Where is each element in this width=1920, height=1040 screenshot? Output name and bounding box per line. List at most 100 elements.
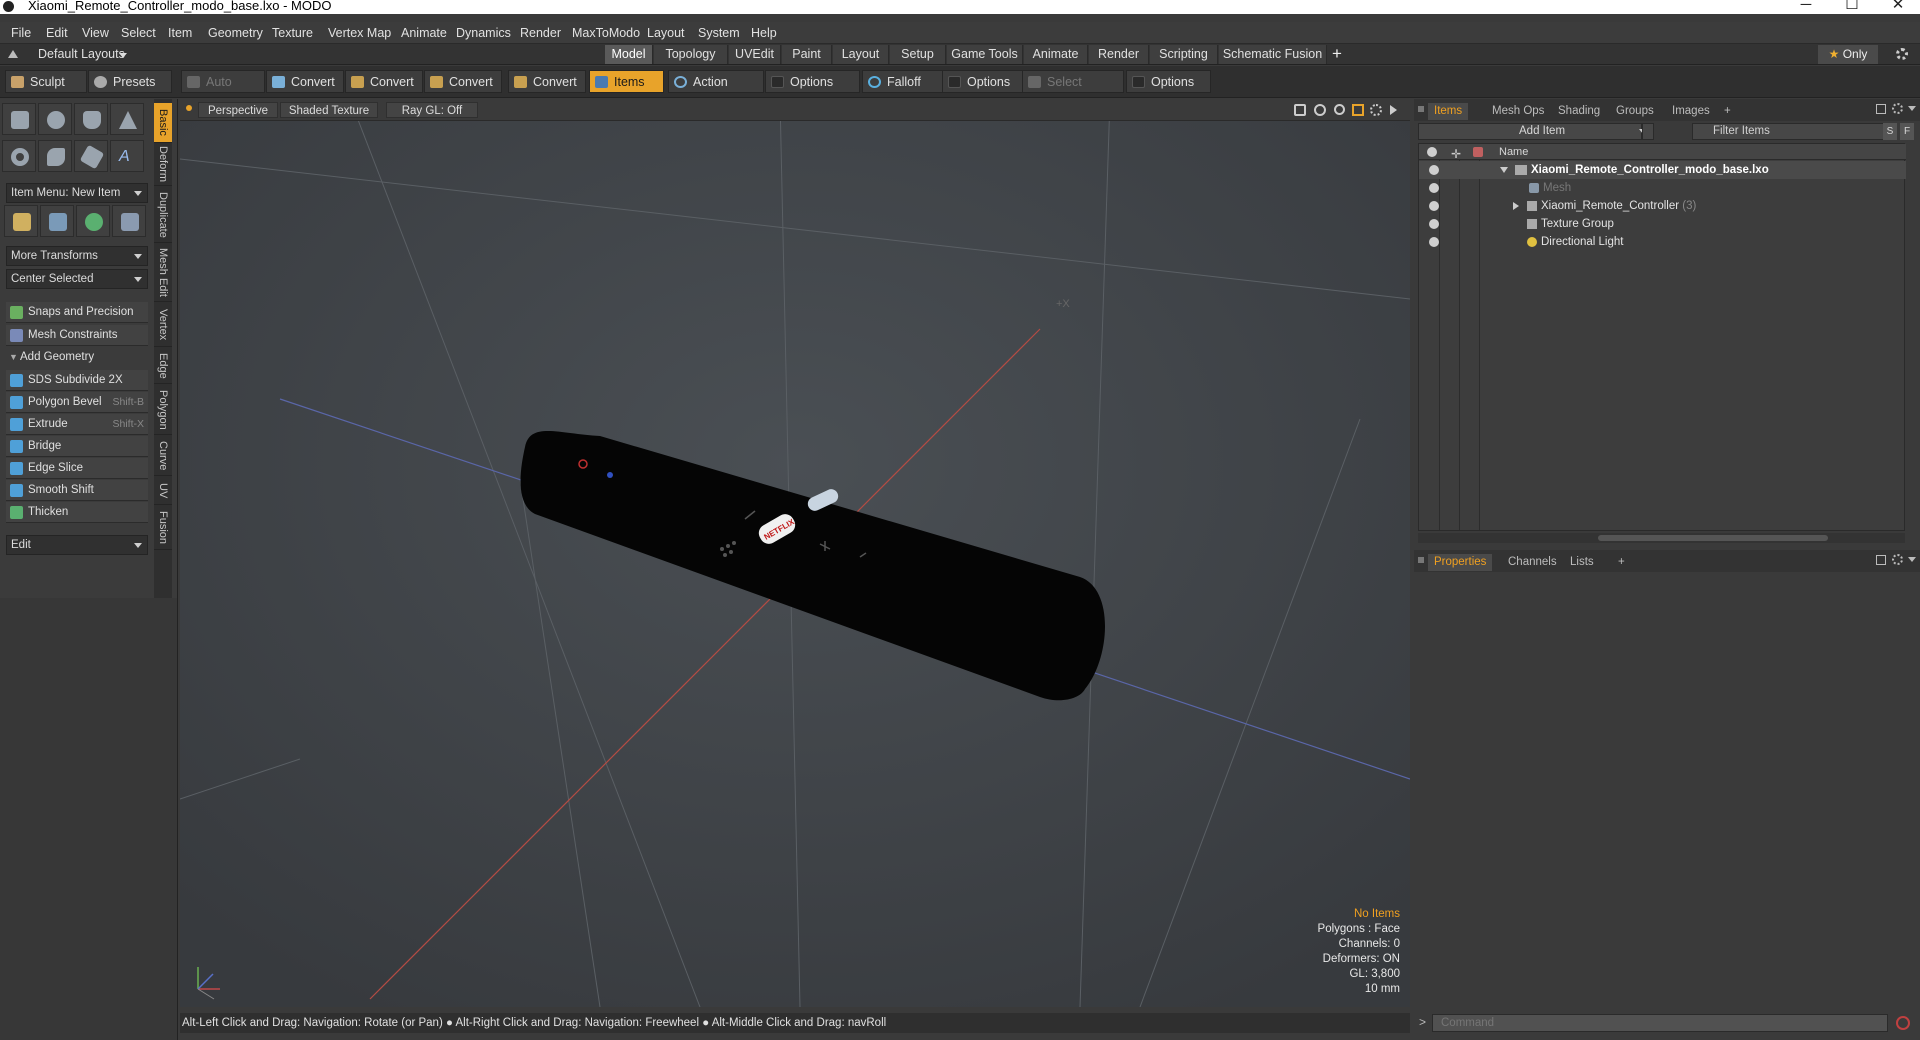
collapse-arrow-icon[interactable] bbox=[1500, 167, 1508, 173]
convert-button-2[interactable]: Convert bbox=[345, 70, 423, 93]
tab-game-tools[interactable]: Game Tools bbox=[947, 45, 1023, 64]
vtab-edge[interactable]: Edge bbox=[154, 348, 172, 384]
menu-file[interactable]: File bbox=[11, 26, 31, 40]
menu-maxtomodo[interactable]: MaxToModo bbox=[572, 26, 640, 40]
select-through-button[interactable]: Select Through bbox=[1022, 70, 1124, 112]
tab-model[interactable]: Model bbox=[605, 45, 653, 64]
cylinder-icon[interactable] bbox=[74, 103, 108, 135]
rotate-view-icon[interactable] bbox=[1314, 104, 1326, 116]
snaps-precision-button[interactable]: Snaps and Precision bbox=[6, 302, 148, 323]
tab-images[interactable]: Images bbox=[1666, 103, 1716, 120]
filter-items-input[interactable]: Filter Items bbox=[1692, 123, 1892, 140]
chevron-down-icon[interactable] bbox=[1908, 106, 1916, 111]
tab-schematic-fusion[interactable]: Schematic Fusion bbox=[1219, 45, 1327, 64]
item-menu-dropdown[interactable]: Item Menu: New Item bbox=[6, 183, 148, 203]
menu-edit[interactable]: Edit bbox=[46, 26, 68, 40]
tree-row-texture-group[interactable]: Texture Group bbox=[1419, 215, 1906, 233]
visibility-eye-icon[interactable] bbox=[1429, 165, 1439, 175]
auto-select-button[interactable]: Auto Select bbox=[181, 70, 265, 112]
menu-view[interactable]: View bbox=[82, 26, 109, 40]
perspective-button[interactable]: Perspective bbox=[198, 102, 278, 118]
add-tab-button[interactable]: + bbox=[1612, 554, 1631, 571]
text-icon[interactable]: A bbox=[110, 140, 144, 172]
vtab-duplicate[interactable]: Duplicate bbox=[154, 187, 172, 243]
vtab-polygon[interactable]: Polygon bbox=[154, 385, 172, 435]
add-item-dropdown[interactable]: Add Item bbox=[1418, 123, 1647, 140]
only-toggle[interactable]: ★ Only bbox=[1818, 45, 1878, 64]
add-item-arrow[interactable] bbox=[1642, 123, 1654, 140]
vtab-curve[interactable]: Curve bbox=[154, 436, 172, 476]
gear-icon[interactable] bbox=[1896, 48, 1908, 60]
filter-s-button[interactable]: S bbox=[1883, 123, 1897, 140]
filter-f-button[interactable]: F bbox=[1900, 123, 1914, 140]
convert-button-3[interactable]: Convert bbox=[424, 70, 502, 93]
tab-topology[interactable]: Topology bbox=[654, 45, 728, 64]
falloff-button[interactable]: Falloff bbox=[862, 70, 946, 93]
sculpt-button[interactable]: Sculpt bbox=[5, 70, 87, 93]
tab-properties[interactable]: Properties bbox=[1428, 554, 1493, 571]
name-column-header[interactable]: Name bbox=[1499, 144, 1528, 160]
maximize-button[interactable]: ☐ bbox=[1829, 0, 1875, 14]
tab-mesh-ops[interactable]: Mesh Ops bbox=[1486, 103, 1550, 120]
tab-animate[interactable]: Animate bbox=[1024, 45, 1088, 64]
menu-item[interactable]: Item bbox=[168, 26, 192, 40]
panel-menu-icon[interactable] bbox=[1418, 557, 1424, 563]
tree-row-scene[interactable]: Xiaomi_Remote_Controller_modo_base.lxo bbox=[1419, 161, 1906, 179]
tab-render[interactable]: Render bbox=[1089, 45, 1149, 64]
tab-items[interactable]: Items bbox=[1428, 103, 1469, 120]
maximize-panel-icon[interactable] bbox=[1876, 104, 1886, 114]
3d-viewport[interactable]: +X NETFLIX No Items Polygons : Face Chan bbox=[180, 99, 1410, 1007]
vtab-basic[interactable]: Basic bbox=[154, 103, 172, 143]
add-geometry-section[interactable]: ▼ Add Geometry bbox=[6, 348, 148, 367]
presets-button[interactable]: Presets F6 bbox=[88, 70, 172, 112]
close-button[interactable]: ✕ bbox=[1875, 0, 1920, 14]
options-button-2[interactable]: Options bbox=[942, 70, 1024, 93]
visibility-eye-icon[interactable] bbox=[1429, 219, 1439, 229]
perspective-grid-icon[interactable] bbox=[112, 205, 146, 237]
menu-system[interactable]: System bbox=[698, 26, 740, 40]
items-mode-button[interactable]: Items bbox=[589, 70, 664, 93]
record-icon[interactable] bbox=[1896, 1016, 1910, 1030]
gear-icon[interactable] bbox=[1892, 554, 1903, 565]
torus-icon[interactable] bbox=[2, 140, 36, 172]
vtab-vertex[interactable]: Vertex bbox=[154, 303, 172, 347]
sds-subdivide-button[interactable]: SDS Subdivide 2X bbox=[6, 370, 148, 391]
menu-select[interactable]: Select bbox=[121, 26, 156, 40]
menu-dynamics[interactable]: Dynamics bbox=[456, 26, 511, 40]
menu-help[interactable]: Help bbox=[751, 26, 777, 40]
vtab-fusion[interactable]: Fusion bbox=[154, 506, 172, 550]
tab-setup[interactable]: Setup bbox=[890, 45, 946, 64]
vtab-mesh-edit[interactable]: Mesh Edit bbox=[154, 244, 172, 302]
tab-groups[interactable]: Groups bbox=[1610, 103, 1660, 120]
grid-icon[interactable] bbox=[40, 205, 74, 237]
viewport-menu-icon[interactable] bbox=[186, 105, 192, 111]
smooth-shift-button[interactable]: Smooth Shift bbox=[6, 480, 148, 501]
layout-preset-dropdown[interactable]: Default Layouts bbox=[38, 47, 125, 61]
visibility-eye-icon[interactable] bbox=[1429, 183, 1439, 193]
convert-button-4[interactable]: Convert bbox=[508, 70, 586, 93]
extrude-button[interactable]: Extrude Shift-X bbox=[6, 414, 148, 435]
tab-scripting[interactable]: Scripting bbox=[1150, 45, 1218, 64]
visibility-eye-icon[interactable] bbox=[1429, 201, 1439, 211]
menu-render[interactable]: Render bbox=[520, 26, 561, 40]
menu-layout[interactable]: Layout bbox=[647, 26, 685, 40]
visibility-eye-icon[interactable] bbox=[1429, 237, 1439, 247]
cone-icon[interactable] bbox=[110, 103, 144, 135]
sphere-icon[interactable] bbox=[38, 103, 72, 135]
tab-channels[interactable]: Channels bbox=[1502, 554, 1563, 571]
panel-menu-icon[interactable] bbox=[1418, 106, 1424, 112]
bridge-button[interactable]: Bridge bbox=[6, 436, 148, 457]
polygon-bevel-button[interactable]: Polygon Bevel Shift-B bbox=[6, 392, 148, 413]
globe-icon[interactable] bbox=[76, 205, 110, 237]
tab-uvedit[interactable]: UVEdit bbox=[729, 45, 781, 64]
raygl-button[interactable]: Ray GL: Off bbox=[386, 102, 478, 118]
tube-icon[interactable] bbox=[38, 140, 72, 172]
menu-geometry[interactable]: Geometry bbox=[208, 26, 263, 40]
edge-slice-button[interactable]: Edge Slice bbox=[6, 458, 148, 479]
center-selected-dropdown[interactable]: Center Selected bbox=[6, 269, 148, 289]
minimize-button[interactable]: ─ bbox=[1783, 0, 1829, 14]
add-tab-button[interactable]: + bbox=[1718, 103, 1737, 120]
cube-icon[interactable] bbox=[2, 103, 36, 135]
options-button-1[interactable]: Options bbox=[765, 70, 860, 93]
tree-row-light[interactable]: Directional Light bbox=[1419, 233, 1906, 251]
